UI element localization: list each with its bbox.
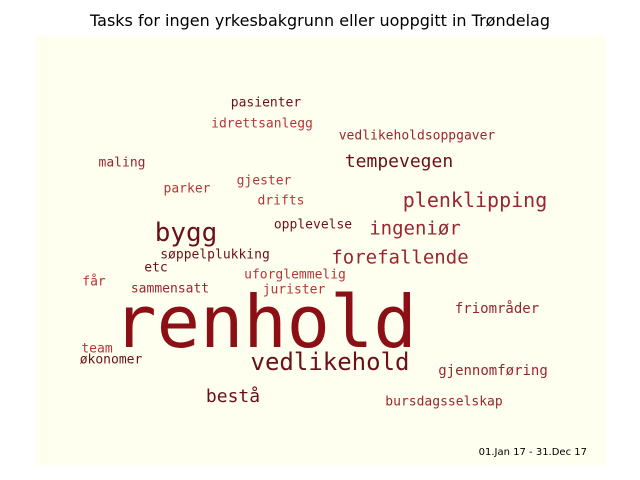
word-drifts: drifts: [257, 193, 305, 209]
word-plenklipping: plenklipping: [402, 188, 548, 212]
word-vedlikeholdsoppgaver: vedlikeholdsoppgaver: [338, 128, 496, 144]
word-friområder: friområder: [454, 301, 540, 317]
word-gjester: gjester: [236, 173, 292, 189]
word-sammensatt: sammensatt: [130, 281, 210, 297]
word-etc: etc: [144, 260, 168, 276]
word-får: får: [82, 274, 106, 290]
word-pasienter: pasienter: [230, 95, 302, 111]
word-ingeniør: ingeniør: [369, 217, 461, 240]
word-gjennomføring: gjennomføring: [438, 363, 548, 379]
word-bygg: bygg: [154, 218, 218, 248]
word-maling: maling: [98, 155, 146, 171]
word-bursdagsselskap: bursdagsselskap: [385, 394, 503, 410]
word-parker: parker: [163, 181, 211, 197]
word-opplevelse: opplevelse: [273, 217, 353, 233]
word-vedlikehold: vedlikehold: [250, 348, 410, 376]
page-title: Tasks for ingen yrkesbakgrunn eller uopp…: [90, 11, 550, 30]
wordcloud-figure: Tasks for ingen yrkesbakgrunn eller uopp…: [0, 0, 640, 480]
word-økonomer: økonomer: [79, 352, 143, 368]
date-range-label: 01.Jan 17 - 31.Dec 17: [478, 447, 587, 458]
word-jurister: jurister: [262, 282, 326, 298]
word-forefallende: forefallende: [331, 246, 469, 269]
word-uforglemmelig: uforglemmelig: [244, 267, 346, 283]
word-bestå: bestå: [205, 386, 261, 407]
word-idrettsanlegg: idrettsanlegg: [211, 116, 313, 132]
word-tempevegen: tempevegen: [344, 151, 454, 172]
wordcloud-canvas: renhold vedlikehold bygg plenklipping forefa…: [35, 36, 606, 465]
word-søppelplukking: søppelplukking: [160, 247, 270, 263]
